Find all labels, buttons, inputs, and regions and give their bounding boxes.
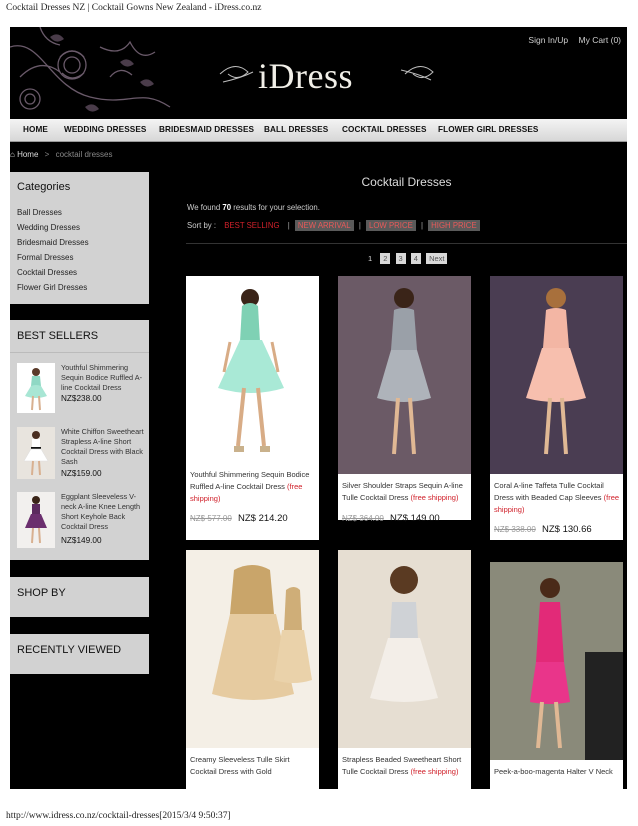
product-card[interactable]: Strapless Beaded Sweetheart Short Tulle … <box>338 550 471 790</box>
best-seller-item[interactable]: White Chiffon Sweetheart Strapless A-lin… <box>17 427 145 487</box>
sort-best-selling[interactable]: BEST SELLING <box>221 220 282 231</box>
product-price: NZ$ 130.66 <box>542 524 592 535</box>
shop-by-title: SHOP BY <box>17 587 66 599</box>
product-name[interactable]: Youthful Shimmering Sequin Bodice Ruffle… <box>190 469 316 505</box>
product-old-price: NZ$ 338.00 <box>494 525 536 534</box>
product-card[interactable]: Silver Shoulder Straps Sequin A-line Tul… <box>338 276 471 524</box>
nav-item-home[interactable]: HOME <box>23 125 48 134</box>
divider <box>186 243 627 244</box>
product-card[interactable]: Peek-a-boo-magenta Halter V Neck <box>490 562 623 790</box>
shop-by-box[interactable]: SHOP BY <box>10 577 149 617</box>
recently-viewed-title: RECENTLY VIEWED <box>17 644 122 656</box>
product-image[interactable] <box>338 550 471 748</box>
category-ball-dresses[interactable]: Ball Dresses <box>17 208 89 223</box>
sort-new-arrival[interactable]: NEW ARRIVAL <box>294 220 354 231</box>
breadcrumb-separator: > <box>44 150 50 159</box>
breadcrumb-current: cocktail dresses <box>55 150 113 159</box>
product-image[interactable] <box>490 276 623 474</box>
product-card[interactable]: Coral A-line Taffeta Tulle Cocktail Dres… <box>490 276 623 540</box>
categories-title: Categories <box>17 181 71 193</box>
breadcrumb-home[interactable]: Home <box>17 150 38 159</box>
product-name[interactable]: Creamy Sleeveless Tulle Skirt Cocktail D… <box>190 754 316 778</box>
category-flower-girl-dresses[interactable]: Flower Girl Dresses <box>17 283 89 298</box>
nav-item-bridesmaid-dresses[interactable]: BRIDESMAID DRESSES <box>159 125 254 134</box>
browser-url-footer: http://www.idress.co.nz/cocktail-dresses… <box>6 811 231 821</box>
page-3[interactable]: 3 <box>395 253 406 264</box>
categories-list: Ball Dresses Wedding Dresses Bridesmaid … <box>17 208 89 298</box>
account-links: Sign In/Up My Cart (0) <box>520 35 621 45</box>
category-formal-dresses[interactable]: Formal Dresses <box>17 253 89 268</box>
sort-high-price[interactable]: HIGH PRICE <box>428 220 480 231</box>
best-seller-thumbnail[interactable] <box>17 492 55 548</box>
pagination: 1 2 3 4 Next <box>365 253 450 264</box>
product-price: NZ$ 214.20 <box>238 513 288 524</box>
main-nav: HOME WEDDING DRESSES BRIDESMAID DRESSES … <box>10 119 627 142</box>
categories-box: Categories Ball Dresses Wedding Dresses … <box>10 172 149 304</box>
product-image[interactable] <box>186 550 319 748</box>
sort-low-price[interactable]: LOW PRICE <box>366 220 416 231</box>
header-banner: iDress Sign In/Up My Cart (0) <box>10 27 627 119</box>
category-wedding-dresses[interactable]: Wedding Dresses <box>17 223 89 238</box>
product-image[interactable] <box>186 276 319 466</box>
page-4[interactable]: 4 <box>410 253 421 264</box>
best-seller-name[interactable]: White Chiffon Sweetheart Strapless A-lin… <box>61 427 145 467</box>
page-2[interactable]: 2 <box>380 253 391 264</box>
best-seller-item[interactable]: Eggplant Sleeveless V-neck A-line Knee L… <box>17 492 145 554</box>
site-logo[interactable]: iDress <box>258 55 353 97</box>
cart-link[interactable]: My Cart (0) <box>579 35 622 45</box>
nav-item-ball-dresses[interactable]: BALL DRESSES <box>264 125 328 134</box>
results-count: We found 70 results for your selection. <box>187 203 320 212</box>
nav-item-cocktail-dresses[interactable]: COCKTAIL DRESSES <box>342 125 427 134</box>
product-name[interactable]: Silver Shoulder Straps Sequin A-line Tul… <box>342 480 468 504</box>
product-name[interactable]: Peek-a-boo-magenta Halter V Neck <box>494 766 620 778</box>
best-seller-price: NZ$159.00 <box>61 469 102 478</box>
product-name[interactable]: Strapless Beaded Sweetheart Short Tulle … <box>342 754 468 778</box>
best-seller-thumbnail[interactable] <box>17 363 55 413</box>
category-bridesmaid-dresses[interactable]: Bridesmaid Dresses <box>17 238 89 253</box>
product-price: NZ$ 149.00 <box>390 513 440 524</box>
sort-bar: Sort by : BEST SELLING | NEW ARRIVAL | L… <box>187 220 483 231</box>
rose-decoration-icon <box>10 27 171 112</box>
product-old-price: NZ$ 364.00 <box>342 514 384 523</box>
product-image[interactable] <box>490 562 623 760</box>
home-icon: ⌂ <box>10 150 15 159</box>
category-cocktail-dresses[interactable]: Cocktail Dresses <box>17 268 89 283</box>
product-image[interactable] <box>338 276 471 474</box>
best-seller-price: NZ$149.00 <box>61 536 102 545</box>
best-seller-thumbnail[interactable] <box>17 427 55 479</box>
product-name[interactable]: Coral A-line Taffeta Tulle Cocktail Dres… <box>494 480 620 516</box>
best-seller-name[interactable]: Youthful Shimmering Sequin Bodice Ruffle… <box>61 363 145 393</box>
nav-item-wedding-dresses[interactable]: WEDDING DRESSES <box>64 125 146 134</box>
product-card[interactable]: Youthful Shimmering Sequin Bodice Ruffle… <box>186 276 319 540</box>
best-seller-price: NZ$238.00 <box>61 394 102 403</box>
browser-page-title: Cocktail Dresses NZ | Cocktail Gowns New… <box>6 3 262 13</box>
breadcrumb: ⌂ Home > cocktail dresses <box>10 150 112 159</box>
recently-viewed-box[interactable]: RECENTLY VIEWED <box>10 634 149 674</box>
best-sellers-title: BEST SELLERS <box>17 330 99 342</box>
product-old-price: NZ$ 577.00 <box>190 514 232 523</box>
product-card[interactable]: Creamy Sleeveless Tulle Skirt Cocktail D… <box>186 550 319 790</box>
best-sellers-box: BEST SELLERS Youthful Shimmering Sequin … <box>10 320 149 560</box>
nav-item-flower-girl-dresses[interactable]: FLOWER GIRL DRESSES <box>438 125 538 134</box>
page-1[interactable]: 1 <box>365 253 375 264</box>
best-seller-item[interactable]: Youthful Shimmering Sequin Bodice Ruffle… <box>17 363 145 423</box>
sign-in-link[interactable]: Sign In/Up <box>528 35 568 45</box>
page-next[interactable]: Next <box>426 253 448 264</box>
page-heading: Cocktail Dresses <box>361 175 452 189</box>
sort-label: Sort by : <box>187 221 217 230</box>
best-seller-name[interactable]: Eggplant Sleeveless V-neck A-line Knee L… <box>61 492 145 532</box>
